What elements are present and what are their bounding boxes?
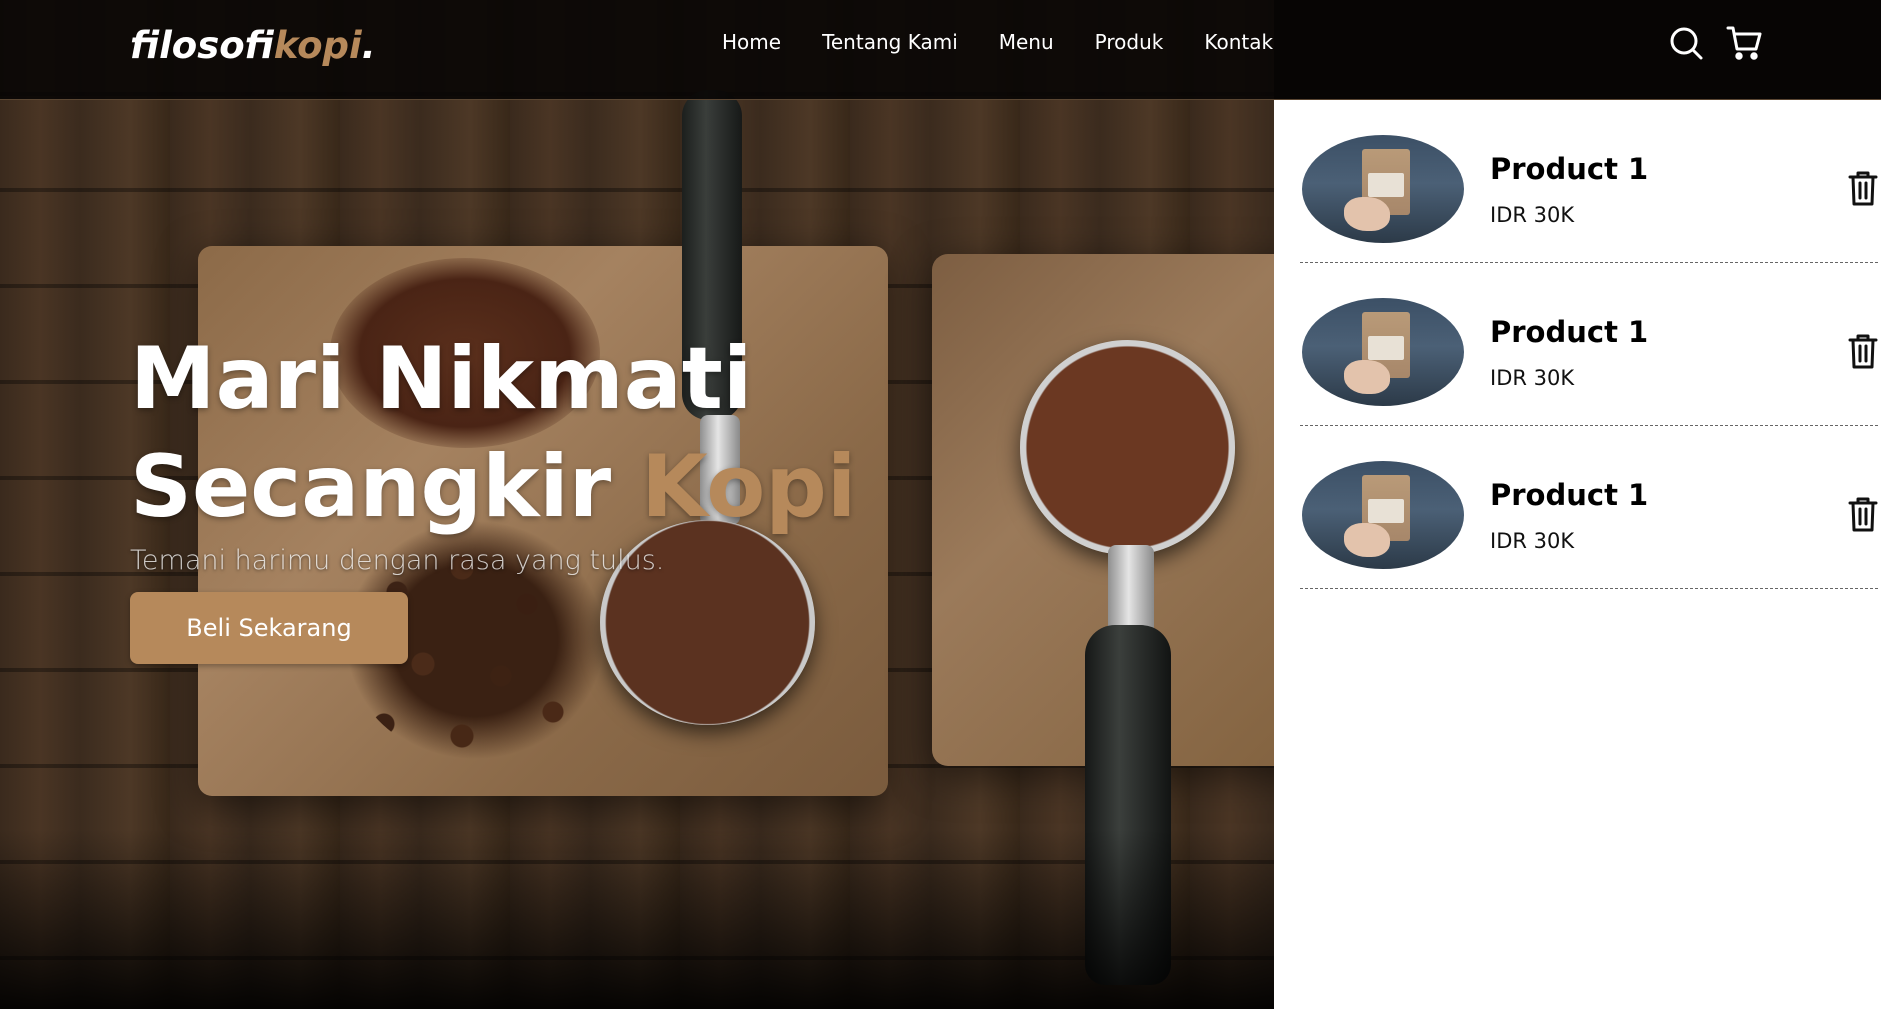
hero-title: Mari Nikmati Secangkir Kopi	[130, 325, 856, 541]
portafilter-neck	[1108, 545, 1154, 635]
nav-icons	[1668, 25, 1762, 61]
hero-title-line2: Secangkir Kopi	[130, 433, 856, 541]
coffee-bag-label-shape	[1368, 173, 1404, 197]
trash-icon[interactable]	[1848, 334, 1878, 370]
navbar: filosofikopi. Home Tentang Kami Menu Pro…	[0, 0, 1881, 100]
coffee-bag-label-shape	[1368, 336, 1404, 360]
buy-now-button[interactable]: Beli Sekarang	[130, 592, 408, 664]
cart-item-price: IDR 30K	[1490, 529, 1575, 553]
trash-icon[interactable]	[1848, 171, 1878, 207]
shopping-cart-icon[interactable]	[1726, 25, 1762, 61]
cart-item-name: Product 1	[1490, 315, 1649, 349]
logo-main: filosofi	[130, 24, 274, 67]
hero-title-line1: Mari Nikmati	[130, 329, 753, 429]
logo[interactable]: filosofikopi.	[130, 24, 376, 67]
product-image	[1302, 298, 1464, 406]
hero-subtitle: Temani harimu dengan rasa yang tulus.	[130, 545, 665, 576]
nav-link-tentang-kami[interactable]: Tentang Kami	[822, 30, 958, 54]
cart-item-price: IDR 30K	[1490, 366, 1575, 390]
hero-bottom-fade	[0, 829, 1274, 1009]
nav-link-produk[interactable]: Produk	[1095, 30, 1164, 54]
coffee-bag-label-shape	[1368, 499, 1404, 523]
cart-item-name: Product 1	[1490, 478, 1649, 512]
hand-shape	[1344, 197, 1390, 231]
cart-item: Product 1 IDR 30K	[1300, 263, 1878, 426]
product-image	[1302, 461, 1464, 569]
hand-shape	[1344, 523, 1390, 557]
trash-icon[interactable]	[1848, 497, 1878, 533]
cart-item-price: IDR 30K	[1490, 203, 1575, 227]
portafilter-basket	[1020, 340, 1235, 555]
cart-panel: Product 1 IDR 30K Product 1 IDR 30K Prod…	[1274, 100, 1881, 1009]
cart-item: Product 1 IDR 30K	[1300, 426, 1878, 589]
logo-accent: kopi	[273, 24, 362, 67]
hero-content: Mari Nikmati Secangkir Kopi Temani harim…	[130, 325, 856, 664]
search-icon[interactable]	[1668, 25, 1704, 61]
hero-title-accent: Kopi	[641, 437, 857, 537]
nav-link-kontak[interactable]: Kontak	[1204, 30, 1273, 54]
logo-dot: .	[361, 24, 376, 67]
cart-item: Product 1 IDR 30K	[1300, 100, 1878, 263]
nav-link-home[interactable]: Home	[722, 30, 781, 54]
nav-link-menu[interactable]: Menu	[999, 30, 1054, 54]
nav-links: Home Tentang Kami Menu Produk Kontak	[722, 30, 1314, 54]
cart-item-name: Product 1	[1490, 152, 1649, 186]
product-image	[1302, 135, 1464, 243]
hero-title-line2-plain: Secangkir	[130, 437, 642, 537]
hand-shape	[1344, 360, 1390, 394]
